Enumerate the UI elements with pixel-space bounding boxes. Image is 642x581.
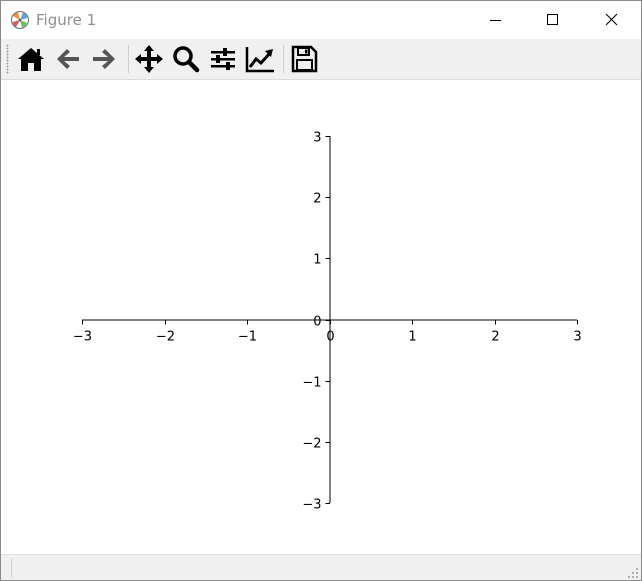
- home-button[interactable]: [15, 43, 47, 75]
- status-divider: [11, 558, 12, 578]
- y-tick-label: 3: [313, 131, 321, 146]
- subplots-button[interactable]: [207, 43, 239, 75]
- matplotlib-icon: [10, 10, 30, 30]
- window-title: Figure 1: [36, 11, 97, 29]
- y-tick-label: 1: [313, 253, 321, 268]
- title-bar[interactable]: Figure 1: [1, 1, 641, 39]
- x-tick-label: 1: [408, 330, 416, 345]
- save-button[interactable]: [288, 43, 320, 75]
- toolbar-separator: [283, 45, 284, 73]
- plot-area[interactable]: −3 −2 −1 0 1 2 3 −3 −2 −1 0 1 2 3: [1, 80, 641, 554]
- magnifier-icon: [173, 46, 200, 73]
- back-button[interactable]: [52, 43, 84, 75]
- line-chart-icon: [245, 47, 274, 73]
- x-tick-label: −2: [156, 330, 175, 345]
- figure-window: Figure 1 −3 −2 −1 0 1 2 3 −3 −2 −1 0 1 2…: [0, 0, 642, 581]
- x-tick-label: 0: [326, 330, 334, 345]
- minimize-button[interactable]: [466, 1, 524, 39]
- edit-axes-button[interactable]: [244, 43, 276, 75]
- y-tick-label: −1: [302, 376, 321, 391]
- figure-canvas[interactable]: −3 −2 −1 0 1 2 3 −3 −2 −1 0 1 2 3: [1, 80, 641, 554]
- close-icon: [605, 13, 618, 26]
- y-tick-label: 0: [313, 315, 321, 330]
- move-icon: [135, 45, 163, 73]
- floppy-icon: [291, 45, 318, 73]
- x-tick-label: 2: [491, 330, 499, 345]
- x-tick-label: −3: [73, 330, 92, 345]
- navigation-toolbar: [1, 39, 641, 80]
- arrow-left-icon: [57, 49, 79, 69]
- close-button[interactable]: [583, 1, 641, 39]
- toolbar-grip[interactable]: [6, 44, 9, 74]
- maximize-button[interactable]: [524, 1, 582, 39]
- y-tick-label: 2: [313, 192, 321, 207]
- toolbar-separator: [128, 45, 129, 73]
- forward-button[interactable]: [88, 43, 120, 75]
- status-bar: [1, 554, 641, 580]
- sliders-icon: [211, 48, 235, 70]
- zoom-button[interactable]: [170, 43, 202, 75]
- minimize-icon: [490, 20, 501, 21]
- x-tick-label: −1: [238, 330, 257, 345]
- arrow-right-icon: [93, 49, 115, 69]
- y-tick-label: −3: [302, 498, 321, 513]
- y-tick-label: −2: [302, 437, 321, 452]
- x-tick-label: 3: [573, 330, 581, 345]
- resize-grip-icon[interactable]: [627, 567, 639, 579]
- pan-button[interactable]: [133, 43, 165, 75]
- maximize-icon: [547, 14, 558, 25]
- home-icon: [18, 48, 44, 71]
